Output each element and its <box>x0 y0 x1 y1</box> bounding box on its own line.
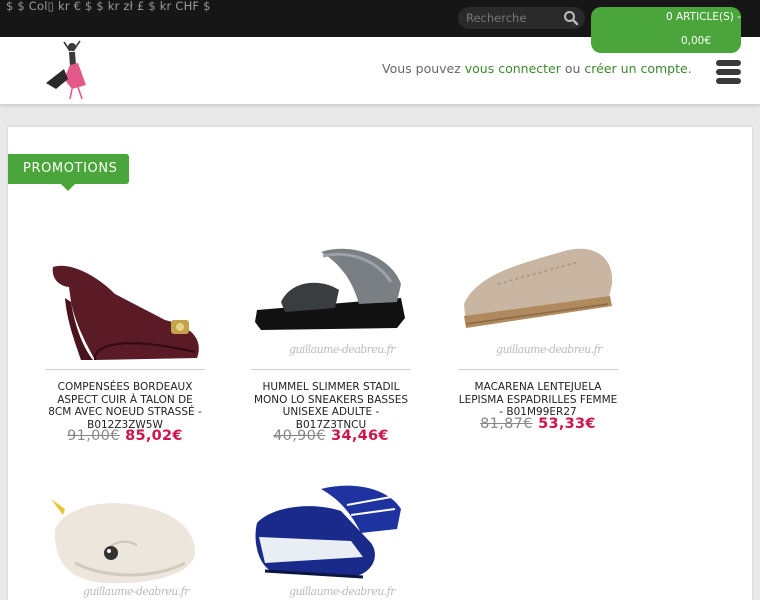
cart-total: 0,00€ <box>680 35 711 47</box>
product-prices: 81,87€ 53,33€ <box>458 416 618 432</box>
cart-count: 0 ARTICLE(S) - <box>665 11 741 23</box>
product-prices: 91,00€ 85,02€ <box>45 428 205 444</box>
image-watermark: guillaume-deabreu.fr <box>83 585 189 598</box>
image-watermark: guillaume-deabreu.fr <box>496 343 602 356</box>
top-bar: $ $ Col▯ kr € $ $ kr zł £ $ kr CHF $ 0 A… <box>0 0 760 53</box>
product-image[interactable]: guillaume-deabreu.fr <box>458 232 618 370</box>
main-content: PROMOTIONS COMPENSÉES BORDEAUX ASPECT CU… <box>8 127 752 600</box>
product-card[interactable]: guillaume-deabreu.fr <box>251 467 411 600</box>
product-card[interactable]: guillaume-deabreu.fr <box>45 467 205 600</box>
product-card[interactable]: guillaume-deabreu.fr HUMMEL SLIMMER STAD… <box>251 232 411 452</box>
product-image[interactable]: guillaume-deabreu.fr <box>45 467 205 600</box>
search-input[interactable] <box>466 10 558 26</box>
old-price: 91,00€ <box>67 428 120 444</box>
product-image[interactable] <box>45 232 205 370</box>
currency-selector[interactable]: $ $ Col▯ kr € $ $ kr zł £ $ kr CHF $ <box>6 0 211 12</box>
image-watermark: guillaume-deabreu.fr <box>289 585 395 598</box>
product-image[interactable]: guillaume-deabreu.fr <box>251 467 411 600</box>
product-prices: 40,90€ 34,46€ <box>251 428 411 444</box>
cart-button[interactable]: 0 ARTICLE(S) - 0,00€ <box>591 7 741 53</box>
product-title[interactable]: MACARENA LENTEJUELA LEPISMA ESPADRILLES … <box>458 381 618 419</box>
login-link[interactable]: vous connecter <box>465 61 561 76</box>
new-price: 85,02€ <box>125 428 183 444</box>
section-title: PROMOTIONS <box>8 154 129 191</box>
old-price: 81,87€ <box>480 416 533 432</box>
search-icon[interactable] <box>563 10 579 26</box>
old-price: 40,90€ <box>273 428 326 444</box>
new-price: 34,46€ <box>331 428 389 444</box>
product-card[interactable]: guillaume-deabreu.fr MACARENA LENTEJUELA… <box>458 232 618 442</box>
product-card[interactable]: COMPENSÉES BORDEAUX ASPECT CUIR À TALON … <box>45 232 205 452</box>
search-box <box>458 7 585 29</box>
product-title[interactable]: COMPENSÉES BORDEAUX ASPECT CUIR À TALON … <box>45 381 205 431</box>
new-price: 53,33€ <box>538 416 596 432</box>
menu-icon[interactable] <box>716 60 742 84</box>
register-link[interactable]: créer un compte <box>584 61 687 76</box>
product-image[interactable]: guillaume-deabreu.fr <box>251 232 411 370</box>
logo-dancer-icon[interactable] <box>42 39 90 100</box>
account-prompt: Vous pouvez vous connecter ou créer un c… <box>382 61 692 76</box>
product-title[interactable]: HUMMEL SLIMMER STADIL MONO LO SNEAKERS B… <box>251 381 411 431</box>
image-watermark: guillaume-deabreu.fr <box>289 343 395 356</box>
